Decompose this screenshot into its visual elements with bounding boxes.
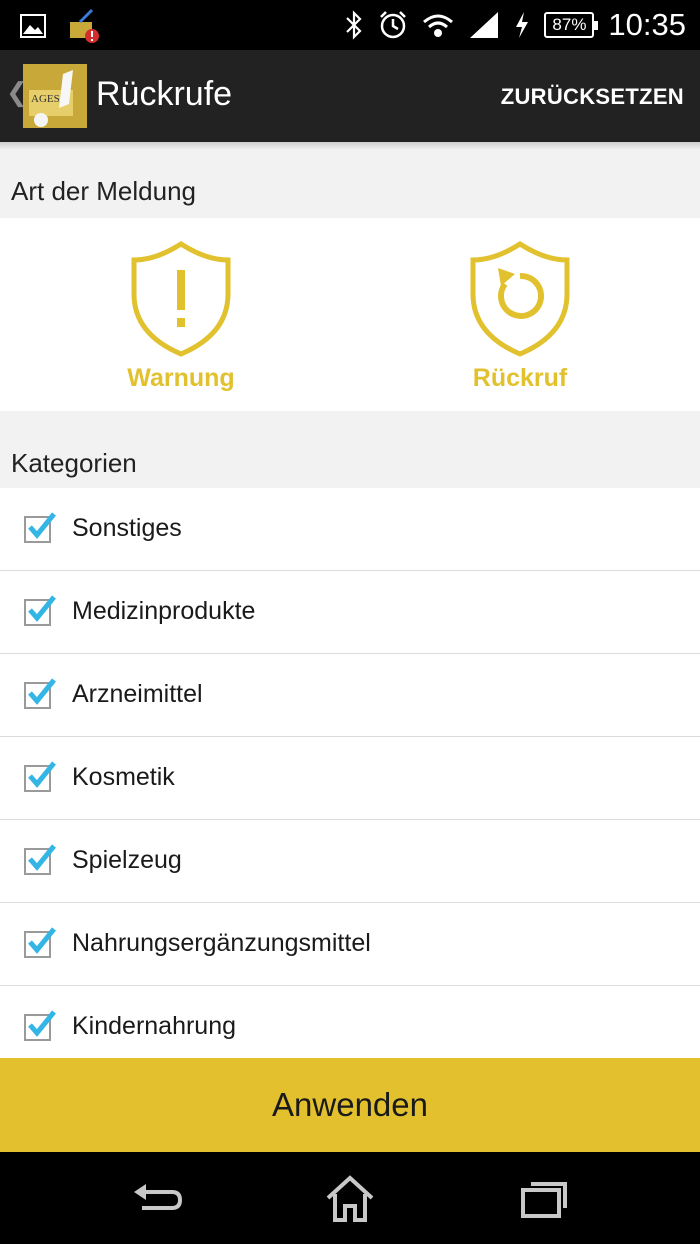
bluetooth-icon: [346, 10, 362, 40]
category-row-arzneimittel[interactable]: Arzneimittel: [0, 654, 700, 737]
back-icon[interactable]: [128, 1174, 188, 1224]
checkbox-checked-icon[interactable]: [24, 1010, 56, 1042]
categories-header: Kategorien: [11, 448, 137, 478]
category-label: Kindernahrung: [72, 1012, 237, 1040]
clock: 10:35: [608, 7, 686, 42]
recall-option[interactable]: Rückruf: [420, 238, 620, 393]
category-label: Spielzeug: [72, 846, 182, 874]
app-logo[interactable]: AGES: [23, 64, 87, 128]
category-row-spielzeug[interactable]: Spielzeug: [0, 820, 700, 903]
signal-icon: [470, 12, 499, 38]
home-icon[interactable]: [320, 1174, 380, 1224]
report-type-panel: Warnung Rückruf: [0, 218, 700, 411]
category-list: Sonstiges Medizinprodukte Arzneimittel K…: [0, 488, 700, 1058]
page-title: Rückrufe: [96, 75, 233, 113]
warning-option[interactable]: Warnung: [81, 238, 281, 393]
checkbox-checked-icon[interactable]: [24, 595, 56, 627]
checkbox-checked-icon[interactable]: [24, 678, 56, 710]
recall-shield-icon: [470, 241, 570, 357]
category-label: Medizinprodukte: [72, 597, 256, 625]
status-bar: 87% 10:35: [0, 0, 700, 50]
battery-level: 87%: [552, 15, 587, 34]
image-icon: [20, 14, 46, 38]
report-type-header: Art der Meldung: [11, 176, 196, 206]
logo-text: AGES: [31, 93, 60, 105]
category-row-kindernahrung[interactable]: Kindernahrung: [0, 986, 700, 1058]
category-label: Sonstiges: [72, 514, 182, 542]
alarm-icon: [380, 11, 407, 39]
warning-label: Warnung: [127, 364, 235, 392]
category-row-sonstiges[interactable]: Sonstiges: [0, 488, 700, 571]
checkbox-checked-icon[interactable]: [24, 844, 56, 876]
category-label: Kosmetik: [72, 763, 175, 791]
cleaner-icon: [70, 8, 99, 43]
recall-label: Rückruf: [472, 364, 568, 392]
apply-button[interactable]: Anwenden: [0, 1058, 700, 1152]
warning-shield-icon: [131, 241, 231, 357]
checkbox-checked-icon[interactable]: [24, 927, 56, 959]
action-bar: ❮ AGES Rückrufe ZURÜCKSETZEN: [0, 50, 700, 142]
recent-apps-icon[interactable]: [515, 1174, 575, 1224]
charging-icon: [516, 12, 529, 38]
navigation-bar: [0, 1152, 700, 1244]
action-bar-shadow: [0, 142, 700, 150]
category-label: Arzneimittel: [72, 680, 203, 708]
category-row-nahrungsergaenzungsmittel[interactable]: Nahrungsergänzungsmittel: [0, 903, 700, 986]
category-row-medizinprodukte[interactable]: Medizinprodukte: [0, 571, 700, 654]
category-label: Nahrungsergänzungsmittel: [72, 929, 371, 957]
checkbox-checked-icon[interactable]: [24, 761, 56, 793]
reset-button[interactable]: ZURÜCKSETZEN: [501, 84, 684, 110]
checkbox-checked-icon[interactable]: [24, 512, 56, 544]
wifi-icon: [423, 14, 454, 37]
battery-icon: 87%: [544, 12, 599, 38]
category-row-kosmetik[interactable]: Kosmetik: [0, 737, 700, 820]
